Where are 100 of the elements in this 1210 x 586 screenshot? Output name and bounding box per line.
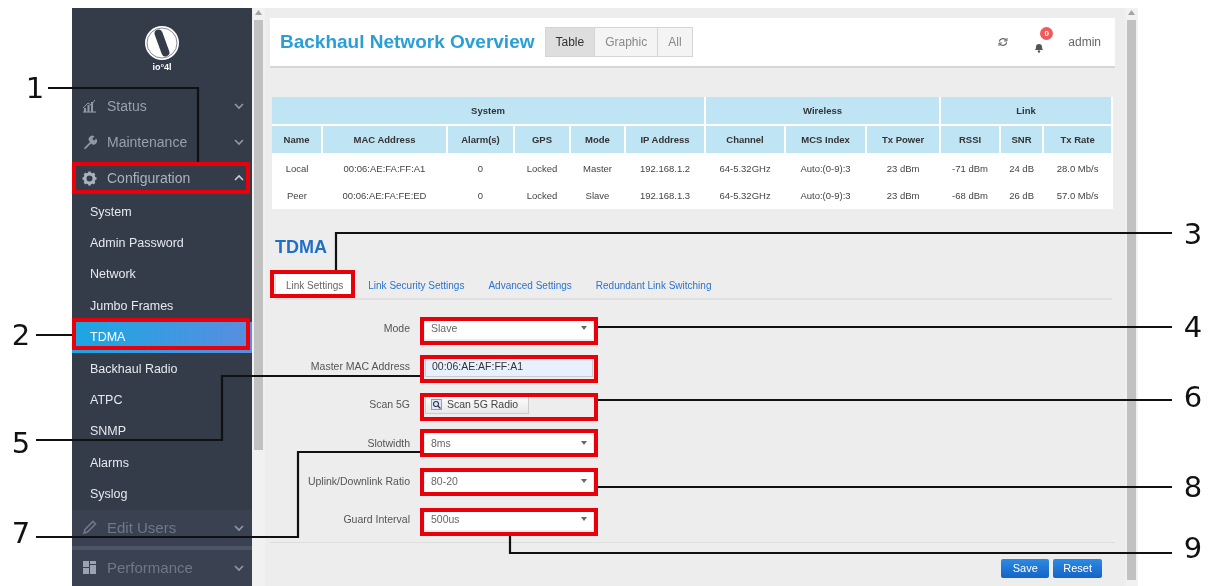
callout-number: 3 xyxy=(1182,218,1204,250)
sidebar-group-label: Configuration xyxy=(107,170,192,186)
view-tab[interactable]: All xyxy=(658,27,693,57)
action-button[interactable]: Reset xyxy=(1053,558,1102,578)
callout-number: 1 xyxy=(24,72,46,104)
sidebar-item[interactable]: Backhaul Radio xyxy=(72,352,252,385)
table-cell: Slave xyxy=(570,182,625,209)
settings-tab[interactable]: Advanced Settings xyxy=(478,272,582,298)
table-cell: 00:06:AE:FA:FF:A1 xyxy=(322,154,447,182)
column-header: Tx Power xyxy=(866,125,941,154)
magnifier-icon xyxy=(431,398,442,410)
caret-icon xyxy=(581,440,587,445)
column-header: Channel xyxy=(705,125,786,154)
user-name[interactable]: admin xyxy=(1068,35,1101,49)
refresh-icon[interactable] xyxy=(998,37,1009,47)
table-cell: Auto:(0-9):3 xyxy=(785,154,867,182)
view-tab[interactable]: Table xyxy=(544,27,596,57)
table-cell: Auto:(0-9):3 xyxy=(785,182,867,209)
column-header: MAC Address xyxy=(322,125,447,154)
dropdown-field[interactable]: 8ms xyxy=(425,431,593,454)
caret-icon xyxy=(581,478,587,483)
table-cell: -71 dBm xyxy=(940,154,1001,182)
scrollbar-thumb[interactable] xyxy=(254,20,263,450)
table-cell: Local xyxy=(272,154,322,182)
dropdown-value: 8ms xyxy=(431,436,451,449)
view-tab[interactable]: Graphic xyxy=(595,27,659,57)
chart-icon xyxy=(82,98,97,114)
callout-number: 9 xyxy=(1182,532,1204,564)
callout-number: 7 xyxy=(10,517,32,549)
scroll-up-icon xyxy=(1128,10,1135,15)
table-cell: 24 dB xyxy=(1000,154,1044,182)
table-cell: 0 xyxy=(447,154,514,182)
sidebar-item[interactable]: Syslog xyxy=(72,478,252,510)
column-group-header: Wireless xyxy=(705,97,941,125)
caret-icon xyxy=(581,326,587,330)
dropdown-value: 80-20 xyxy=(431,474,458,487)
column-header: IP Address xyxy=(625,125,706,154)
column-header: Alarm(s) xyxy=(447,125,514,154)
table-cell: 28.0 Mb/s xyxy=(1043,154,1113,182)
table-cell: 23 dBm xyxy=(866,182,941,209)
scroll-up-icon xyxy=(255,10,262,15)
dropdown-value: Slave xyxy=(431,322,458,334)
sidebar-group-label: Status xyxy=(107,98,148,114)
leader-line xyxy=(36,333,72,337)
column-group-header: Link xyxy=(940,97,1113,125)
field-label: Scan 5G xyxy=(368,398,410,411)
action-button[interactable]: Save xyxy=(1001,558,1050,578)
field-label: Master MAC Address xyxy=(309,360,410,373)
sidebar-item[interactable]: Admin Password xyxy=(72,227,252,259)
table-cell: 57.0 Mb/s xyxy=(1043,182,1113,209)
column-header: GPS xyxy=(514,125,570,154)
tiles-icon xyxy=(82,560,97,576)
field-label: Uplink/Downlink Ratio xyxy=(306,474,410,487)
sidebar-group[interactable]: Maintenance xyxy=(72,124,252,160)
column-header: Tx Rate xyxy=(1043,125,1113,154)
settings-tab[interactable]: Redundant Link Switching xyxy=(585,272,722,298)
logo-icon xyxy=(144,24,180,61)
scrollbar-thumb[interactable] xyxy=(1127,20,1136,580)
table-cell: 26 dB xyxy=(1000,182,1044,209)
notification-badge: 0 xyxy=(1040,27,1054,40)
table-cell: -68 dBm xyxy=(940,182,1001,209)
sidebar-item[interactable]: ATPC xyxy=(72,384,252,416)
sidebar-item[interactable]: Alarms xyxy=(72,447,252,479)
bell-icon[interactable] xyxy=(1034,42,1045,53)
page-title: Backhaul Network Overview xyxy=(280,31,535,53)
column-header: MCS Index xyxy=(785,125,867,154)
table-cell: 64-5.32GHz xyxy=(705,154,786,182)
dropdown-value: 500us xyxy=(431,512,460,525)
logo-text: io°4l xyxy=(152,61,172,72)
sidebar-group[interactable]: Configuration xyxy=(72,160,252,196)
settings-tab[interactable]: Link Security Settings xyxy=(358,272,475,298)
sidebar-item[interactable]: Network xyxy=(72,258,252,291)
column-header: Name xyxy=(272,125,322,154)
section-title: TDMA xyxy=(275,237,327,259)
sidebar-item[interactable]: Jumbo Frames xyxy=(72,290,252,322)
table-cell: Master xyxy=(570,154,625,182)
table-cell: Locked xyxy=(514,154,570,182)
table-cell: Locked xyxy=(514,182,570,209)
sidebar-group[interactable]: Status xyxy=(72,88,252,124)
caret-icon xyxy=(581,516,587,521)
field-label: Mode xyxy=(382,322,410,334)
table-cell: 0 xyxy=(447,182,514,209)
sidebar-group-label: Maintenance xyxy=(107,134,189,150)
sidebar-item[interactable]: SNMP xyxy=(72,415,252,448)
table-cell: 00:06:AE:FA:FE:ED xyxy=(322,182,447,209)
gear-icon xyxy=(82,170,97,186)
pencil-icon xyxy=(82,520,97,536)
callout-number: 8 xyxy=(1182,471,1204,503)
callout-number: 6 xyxy=(1182,381,1204,413)
table-cell: 192.168.1.3 xyxy=(625,182,706,209)
field-label: Slotwidth xyxy=(366,436,410,449)
table-cell: 23 dBm xyxy=(866,154,941,182)
column-group-header: System xyxy=(272,97,706,125)
sidebar-item[interactable]: System xyxy=(72,196,252,228)
column-header: RSSI xyxy=(940,125,1001,154)
callout-number: 5 xyxy=(10,427,32,459)
table-cell: 64-5.32GHz xyxy=(705,182,786,209)
table-cell: 192.168.1.2 xyxy=(625,154,706,182)
table-cell: Peer xyxy=(272,182,322,209)
callout-number: 2 xyxy=(10,319,32,351)
